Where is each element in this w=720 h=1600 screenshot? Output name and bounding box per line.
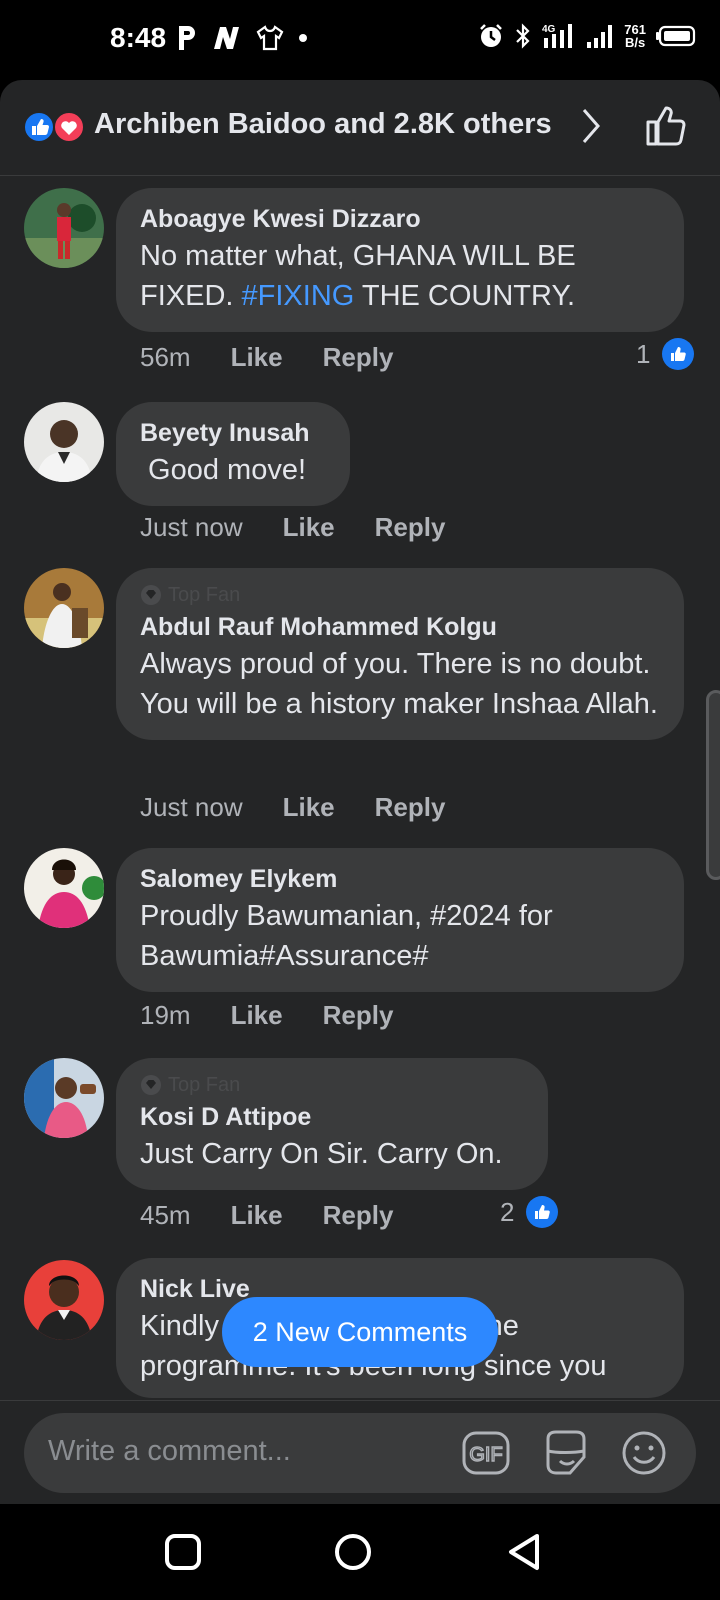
reaction-icons: [23, 111, 85, 143]
like-count-value: 1: [636, 338, 651, 369]
like-count-value: 2: [500, 1196, 515, 1227]
comment-author[interactable]: Salomey Elykem: [140, 862, 660, 896]
avatar[interactable]: [24, 188, 104, 268]
comment-actions: 56m Like Reply: [140, 342, 393, 373]
comment-text: Just Carry On Sir. Carry On.: [140, 1138, 503, 1170]
comment-text: Always proud of you. There is no doubt. …: [140, 648, 658, 720]
comment-text-part: THE COUNTRY.: [354, 280, 576, 312]
back-icon[interactable]: [505, 1532, 545, 1572]
comment-bubble[interactable]: Salomey Elykem Proudly Bawumanian, #2024…: [116, 848, 684, 992]
comment-input[interactable]: Write a comment... GIF: [24, 1413, 696, 1493]
top-fan-badge: Top Fan: [140, 584, 660, 606]
reactions-summary: Archiben Baidoo and 2.8K others: [94, 108, 552, 140]
comment-text: No matter what, GHANA WILL BE FIXED. #FI…: [140, 236, 660, 316]
gif-label: GIF: [469, 1444, 502, 1466]
top-fan-badge: Top Fan: [140, 1074, 524, 1096]
home-icon[interactable]: [333, 1532, 373, 1572]
comment-bubble[interactable]: Top Fan Kosi D Attipoe Just Carry On Sir…: [116, 1058, 548, 1190]
like-reaction-icon: [662, 338, 695, 370]
top-fan-label: Top Fan: [168, 1074, 241, 1096]
reply-button[interactable]: Reply: [323, 342, 394, 373]
comment-input-placeholder: Write a comment...: [48, 1435, 291, 1467]
comment-actions: Just now Like Reply: [140, 792, 445, 823]
like-button[interactable]: Like: [283, 792, 335, 823]
like-reaction-icon: [526, 1196, 559, 1228]
gif-icon[interactable]: GIF: [462, 1429, 510, 1477]
comment-time: 19m: [140, 1000, 191, 1030]
comment-like-count[interactable]: 1: [636, 338, 695, 370]
like-post-button[interactable]: [644, 104, 688, 148]
like-button[interactable]: Like: [231, 1200, 283, 1231]
hashtag-link[interactable]: #FIXING: [242, 280, 355, 312]
svg-text:4G: 4G: [542, 24, 556, 35]
emoji-icon[interactable]: [620, 1429, 668, 1477]
avatar[interactable]: [24, 402, 104, 482]
like-button[interactable]: Like: [283, 512, 335, 543]
n-app-icon: [214, 27, 239, 49]
status-time: 8:48: [110, 22, 167, 53]
comment-author[interactable]: Kosi D Attipoe: [140, 1100, 524, 1134]
diamond-badge-icon: [141, 1075, 161, 1095]
comment-author[interactable]: Aboagye Kwesi Dizzaro: [140, 202, 660, 236]
comment-composer: Write a comment... GIF: [0, 1400, 720, 1504]
scroll-handle[interactable]: [706, 690, 720, 880]
bluetooth-icon: [516, 23, 530, 49]
sticker-icon[interactable]: [542, 1429, 590, 1477]
reactions-bar[interactable]: Archiben Baidoo and 2.8K others: [0, 80, 720, 176]
comment-bubble[interactable]: Beyety Inusah Good move!: [116, 402, 350, 506]
chevron-right-icon: [582, 109, 600, 143]
alarm-icon: [480, 24, 503, 47]
p-app-icon: [179, 26, 195, 50]
net-speed: 761 B/s: [624, 23, 646, 49]
comment-time: Just now: [140, 512, 243, 542]
status-left-icons: [176, 24, 308, 52]
comment-author[interactable]: Beyety Inusah: [140, 416, 326, 450]
dot-icon: [299, 34, 307, 42]
reply-button[interactable]: Reply: [375, 512, 446, 543]
comment-text: Proudly Bawumanian, #2024 for Bawumia#As…: [140, 900, 553, 972]
comment-text: Good move!: [140, 454, 307, 486]
comment-actions: 19m Like Reply: [140, 1000, 393, 1031]
comment-actions: Just now Like Reply: [140, 512, 445, 543]
avatar[interactable]: [24, 1260, 104, 1340]
new-comments-button[interactable]: 2 New Comments: [222, 1297, 498, 1367]
comment-bubble[interactable]: Top Fan Abdul Rauf Mohammed Kolgu Always…: [116, 568, 684, 740]
system-nav-bar: [0, 1504, 720, 1600]
comment-time: 56m: [140, 342, 191, 372]
net-speed-unit: B/s: [625, 35, 646, 50]
battery-icon: [656, 25, 696, 47]
shirt-icon: [256, 25, 284, 51]
comment-like-count[interactable]: 2: [500, 1196, 559, 1228]
love-reaction-icon: [53, 111, 85, 143]
comments-list[interactable]: Aboagye Kwesi Dizzaro No matter what, GH…: [0, 176, 720, 1481]
reply-button[interactable]: Reply: [323, 1200, 394, 1231]
avatar[interactable]: [24, 1058, 104, 1138]
status-right-icons: 4G 761 B/s: [478, 22, 696, 50]
like-button[interactable]: Like: [231, 1000, 283, 1031]
signal-icon: [587, 25, 613, 48]
like-reaction-icon: [23, 111, 55, 143]
comment-time: Just now: [140, 792, 243, 822]
diamond-badge-icon: [141, 585, 161, 605]
top-fan-label: Top Fan: [168, 584, 241, 606]
comment-bubble[interactable]: Aboagye Kwesi Dizzaro No matter what, GH…: [116, 188, 684, 332]
comments-sheet: Archiben Baidoo and 2.8K others Aboagye …: [0, 80, 720, 1504]
comment-time: 45m: [140, 1200, 191, 1230]
comment-author[interactable]: Abdul Rauf Mohammed Kolgu: [140, 610, 660, 644]
comment-actions: 45m Like Reply: [140, 1200, 393, 1231]
reply-button[interactable]: Reply: [323, 1000, 394, 1031]
status-bar: 8:48 4G 761 B/s: [0, 0, 720, 80]
avatar[interactable]: [24, 568, 104, 648]
like-button[interactable]: Like: [231, 342, 283, 373]
recent-apps-icon[interactable]: [163, 1532, 203, 1572]
4g-signal-icon: 4G: [542, 24, 573, 48]
avatar[interactable]: [24, 848, 104, 928]
reply-button[interactable]: Reply: [375, 792, 446, 823]
